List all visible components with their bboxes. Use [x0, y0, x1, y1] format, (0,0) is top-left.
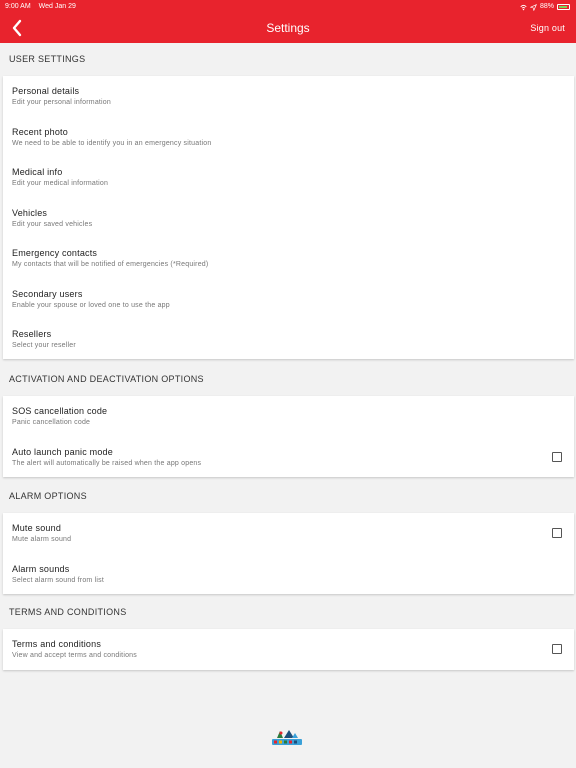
- auto-launch-checkbox[interactable]: [552, 451, 562, 462]
- item-title: Personal details: [12, 86, 80, 96]
- section-header-user-settings: USER SETTINGS: [9, 54, 86, 64]
- recent-photo-item[interactable]: Recent photo We need to be able to ident…: [3, 117, 574, 158]
- item-subtitle: Select alarm sound from list: [12, 576, 104, 584]
- terms-and-conditions-item[interactable]: Terms and conditions View and accept ter…: [3, 629, 574, 670]
- item-title: Auto launch panic mode: [12, 446, 113, 457]
- item-title: Resellers: [12, 329, 52, 339]
- item-title: Medical info: [12, 167, 63, 177]
- activation-options-card: SOS cancellation code Panic cancellation…: [3, 396, 574, 477]
- status-date: Wed Jan 29: [38, 3, 76, 10]
- secondary-users-item[interactable]: Secondary users Enable your spouse or lo…: [3, 279, 574, 320]
- item-title: Vehicles: [12, 207, 48, 218]
- user-settings-card: Personal details Edit your personal info…: [3, 76, 574, 359]
- vehicles-item[interactable]: Vehicles Edit your saved vehicles: [3, 198, 574, 239]
- status-time: 9:00 AM: [5, 3, 31, 10]
- item-subtitle: Panic cancellation code: [12, 419, 91, 426]
- item-title: SOS cancellation code: [12, 406, 108, 416]
- page-title: Settings: [266, 21, 310, 35]
- section-header-terms: TERMS AND CONDITIONS: [9, 607, 127, 617]
- auto-launch-panic-item[interactable]: Auto launch panic mode The alert will au…: [3, 437, 574, 478]
- item-title: Recent photo: [12, 126, 68, 137]
- item-subtitle: Edit your medical information: [12, 180, 109, 187]
- app-logo-icon: [272, 730, 302, 745]
- item-subtitle: We need to be able to identify you in an…: [12, 139, 212, 147]
- top-app-bar: 9:00 AM Wed Jan 29 88% Settings Sign out: [0, 0, 576, 43]
- section-header-activation: ACTIVATION AND DEACTIVATION OPTIONS: [9, 374, 204, 384]
- resellers-item[interactable]: Resellers Select your reseller: [3, 319, 574, 360]
- item-title: Mute sound: [12, 523, 62, 533]
- item-subtitle: Mute alarm sound: [12, 536, 72, 543]
- item-title: Alarm sounds: [12, 563, 70, 574]
- alarm-options-card: Mute sound Mute alarm sound Alarm sounds…: [3, 513, 574, 594]
- item-title: Secondary users: [12, 288, 83, 299]
- mute-sound-item[interactable]: Mute sound Mute alarm sound: [3, 513, 574, 554]
- mute-sound-checkbox[interactable]: [552, 528, 562, 538]
- item-subtitle: My contacts that will be notified of eme…: [12, 261, 209, 268]
- medical-info-item[interactable]: Medical info Edit your medical informati…: [3, 157, 574, 198]
- personal-details-item[interactable]: Personal details Edit your personal info…: [3, 76, 574, 117]
- item-title: Emergency contacts: [12, 248, 98, 258]
- section-header-alarm: ALARM OPTIONS: [9, 491, 87, 501]
- item-subtitle: Select your reseller: [12, 342, 76, 349]
- status-bar: 9:00 AM Wed Jan 29 88%: [0, 2, 576, 12]
- alarm-sounds-item[interactable]: Alarm sounds Select alarm sound from lis…: [3, 554, 574, 595]
- sos-cancellation-code-item[interactable]: SOS cancellation code Panic cancellation…: [3, 396, 574, 437]
- item-subtitle: Enable your spouse or loved one to use t…: [12, 301, 170, 309]
- sign-out-button[interactable]: Sign out: [530, 21, 565, 35]
- battery-percent: 88%: [539, 3, 554, 10]
- location-arrow-icon: [529, 3, 537, 11]
- item-subtitle: View and accept terms and conditions: [12, 652, 137, 659]
- navigation-bar: Settings Sign out: [0, 16, 576, 40]
- item-subtitle: The alert will automatically be raised w…: [12, 459, 202, 467]
- terms-checkbox[interactable]: [552, 644, 562, 654]
- battery-icon: [557, 4, 570, 10]
- terms-card: Terms and conditions View and accept ter…: [3, 629, 574, 670]
- item-subtitle: Edit your personal information: [12, 99, 111, 106]
- item-subtitle: Edit your saved vehicles: [12, 220, 93, 228]
- wifi-icon: [520, 4, 527, 10]
- item-title: Terms and conditions: [12, 639, 102, 649]
- emergency-contacts-item[interactable]: Emergency contacts My contacts that will…: [3, 238, 574, 279]
